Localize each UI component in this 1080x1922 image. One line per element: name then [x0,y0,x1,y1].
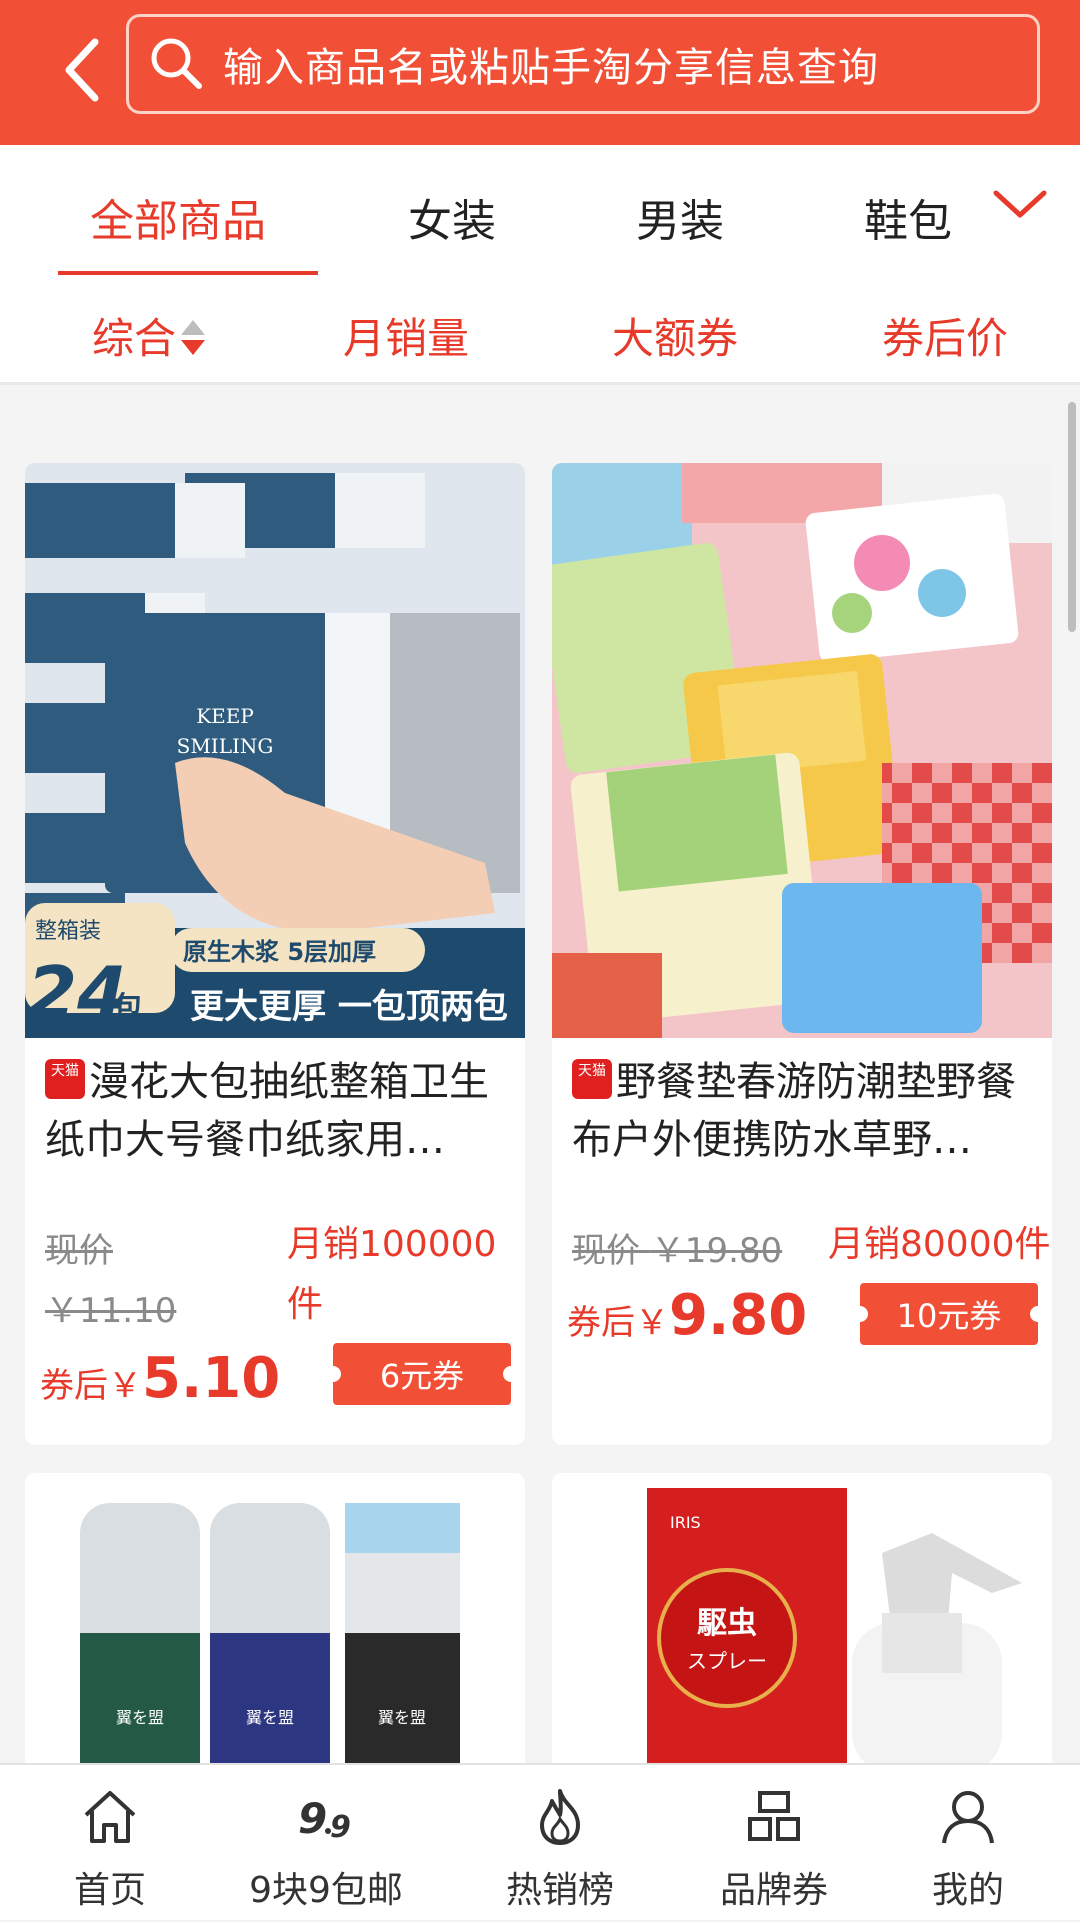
product-image-picnic-mat [552,463,1052,1038]
svg-text:スプレー: スプレー [687,1649,767,1673]
category-tabs: 全部商品 女装 男装 鞋包 [0,145,1080,275]
coupon-button[interactable]: 10元券 [852,1283,1046,1345]
tissue-tag-boxed: 整箱装 [35,919,101,944]
chevron-down-icon[interactable] [990,185,1050,225]
tab-shoes-bags[interactable]: 鞋包 [864,185,952,249]
svg-text:翼を盟: 翼を盟 [378,1708,426,1727]
sort-monthly-sales[interactable]: 月销量 [343,305,469,366]
product-card[interactable]: 駆虫 スプレー IRIS [552,1473,1052,1773]
product-title[interactable]: 天猫 野餐垫春游防潮垫野餐布户外便携防水草野… [572,1053,1032,1169]
svg-text:翼を盟: 翼を盟 [116,1708,164,1727]
nine-nine-icon: 9 9 [298,1794,351,1845]
original-price: ￥11.10 [45,1291,177,1331]
bottom-nav: 首页 9 9 9块9包邮 热销榜 品牌券 我的 [0,1763,1080,1920]
product-image-insect-spray: 駆虫 スプレー IRIS [552,1473,1052,1773]
search-icon [151,38,202,89]
svg-text:更大更厚 一包顶两包: 更大更厚 一包顶两包 [190,987,508,1027]
product-card[interactable]: 翼を盟 翼を盟 翼を盟 [25,1473,525,1773]
svg-text:駆虫: 駆虫 [697,1606,757,1641]
sort-bar: 综合 月销量 大额券 券后价 [0,275,1080,385]
brand-icon [748,1791,800,1841]
monthly-sales: 月销80000件 [828,1224,1051,1265]
product-image-tissue: KEEP SMILING 整箱装 原生木浆 5层加厚 24 包 更大更厚 一包顶… [25,463,525,1038]
svg-text:SMILING: SMILING [177,734,274,758]
nav-nine-nine[interactable]: 9 9 9块9包邮 [226,1765,426,1922]
nav-home[interactable]: 首页 [10,1765,210,1922]
back-arrow-icon [65,38,98,102]
tmall-badge-icon: 天猫 [572,1059,612,1099]
monthly-sales: 月销100000件 [287,1224,497,1325]
search-input[interactable]: 输入商品名或粘贴手淘分享信息查询 [126,14,1040,114]
svg-text:原生木浆 5层加厚: 原生木浆 5层加厚 [183,938,376,966]
svg-text:9: 9 [298,1794,327,1843]
svg-text:9: 9 [330,1810,351,1845]
scrollbar[interactable] [1068,402,1076,632]
price-label: 现价 ￥19.80 [572,1231,783,1271]
tab-all-products[interactable]: 全部商品 [90,185,266,249]
svg-text:IRIS: IRIS [670,1513,701,1532]
svg-text:KEEP: KEEP [196,704,254,728]
sort-big-coupon[interactable]: 大额券 [612,305,738,366]
sort-toggle-icon [181,320,205,355]
after-coupon-price: 券后￥9.80 [567,1283,808,1348]
after-coupon-price: 券后￥5.10 [40,1346,281,1411]
sort-after-coupon-price[interactable]: 券后价 [882,305,1008,366]
product-title[interactable]: 天猫 漫花大包抽纸整箱卫生纸巾大号餐巾纸家用… [45,1053,505,1169]
search-placeholder: 输入商品名或粘贴手淘分享信息查询 [223,45,879,91]
product-image-spray-bottles: 翼を盟 翼を盟 翼を盟 [25,1473,525,1773]
nav-brand-coupon[interactable]: 品牌券 [674,1765,874,1922]
sort-composite[interactable]: 综合 [92,305,176,366]
nav-hot-sales[interactable]: 热销榜 [460,1765,660,1922]
coupon-button[interactable]: 6元券 [325,1343,519,1405]
product-card[interactable]: KEEP SMILING 整箱装 原生木浆 5层加厚 24 包 更大更厚 一包顶… [25,463,525,1445]
svg-text:翼を盟: 翼を盟 [246,1708,294,1727]
svg-text:包: 包 [113,991,143,1026]
header-bar: 输入商品名或粘贴手淘分享信息查询 [0,0,1080,145]
back-button[interactable] [40,25,125,115]
home-icon [84,1791,136,1843]
tmall-badge-icon: 天猫 [45,1059,85,1099]
tab-womens[interactable]: 女装 [408,185,496,249]
nav-mine[interactable]: 我的 [868,1765,1068,1922]
user-icon [942,1791,994,1844]
tab-mens[interactable]: 男装 [636,185,724,249]
flame-icon [540,1789,580,1845]
product-card[interactable]: 天猫 野餐垫春游防潮垫野餐布户外便携防水草野… 现价 ￥19.80 月销80000… [552,463,1052,1445]
price-label: 现价 [45,1231,113,1271]
